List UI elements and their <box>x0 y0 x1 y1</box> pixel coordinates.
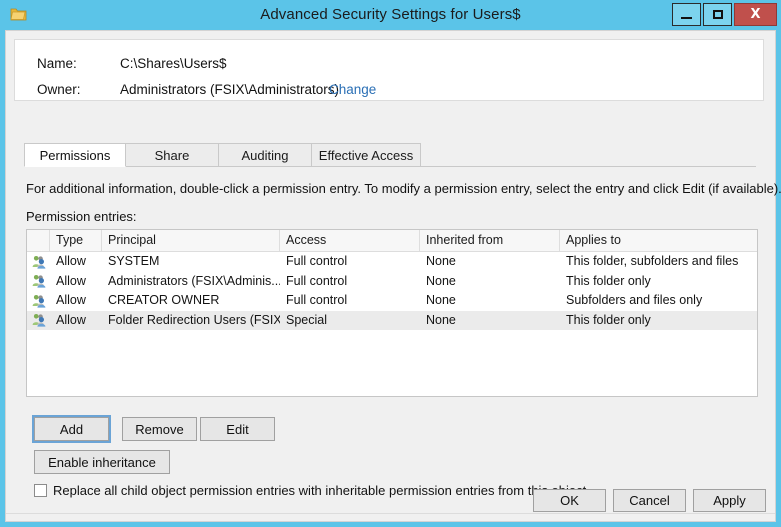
cell-type: Allow <box>56 293 86 307</box>
table-row[interactable]: Allow Folder Redirection Users (FSIX... … <box>27 310 757 331</box>
cancel-button[interactable]: Cancel <box>613 489 686 512</box>
apply-button[interactable]: Apply <box>693 489 766 512</box>
cell-applies-to: Subfolders and files only <box>566 293 703 307</box>
column-header-icon[interactable] <box>27 230 50 251</box>
permission-entries-table[interactable]: Type Principal Access Inherited from App… <box>26 229 758 397</box>
cell-applies-to: This folder only <box>566 312 651 327</box>
caption-button-group: X <box>670 3 777 26</box>
cell-principal: CREATOR OWNER <box>108 293 220 307</box>
cell-access: Full control <box>286 254 348 268</box>
cell-inherited-from: None <box>426 254 456 268</box>
add-button-label: Add <box>59 421 84 437</box>
users-group-icon <box>30 272 48 292</box>
dialog-body: Name: C:\Shares\Users$ Owner: Administra… <box>5 30 781 522</box>
cell-inherited-from: None <box>426 293 456 307</box>
column-header-access[interactable]: Access <box>280 230 420 251</box>
cell-principal: Administrators (FSIX\Adminis... <box>108 273 280 288</box>
cell-access: Special <box>286 312 327 327</box>
minimize-icon <box>681 16 692 19</box>
tab-effective-access-label: Effective Access <box>318 147 414 163</box>
column-header-applies-to[interactable]: Applies to <box>560 230 757 251</box>
tab-share[interactable]: Share <box>125 143 219 167</box>
minimize-button[interactable] <box>672 3 701 26</box>
tab-permissions[interactable]: Permissions <box>24 143 126 167</box>
advanced-security-settings-window: Advanced Security Settings for Users$ X … <box>0 0 781 527</box>
owner-label: Owner: <box>37 82 81 97</box>
users-group-icon <box>30 291 48 311</box>
tab-effective-access[interactable]: Effective Access <box>311 143 421 167</box>
cell-principal: SYSTEM <box>108 254 160 268</box>
enable-inheritance-button[interactable]: Enable inheritance <box>34 450 170 474</box>
change-owner-link[interactable]: Change <box>329 82 376 97</box>
users-group-icon <box>30 252 48 272</box>
remove-button[interactable]: Remove <box>122 417 197 441</box>
column-header-inherited-from[interactable]: Inherited from <box>420 230 560 251</box>
tab-auditing-label: Auditing <box>241 147 289 163</box>
cell-type: Allow <box>56 254 86 268</box>
info-text: For additional information, double-click… <box>26 181 781 196</box>
cell-inherited-from: None <box>426 312 456 327</box>
tab-strip: Permissions Share Auditing Effective Acc… <box>24 143 756 167</box>
cancel-button-label: Cancel <box>629 493 670 508</box>
replace-child-permissions-label: Replace all child object permission entr… <box>53 483 587 498</box>
replace-child-permissions-row[interactable]: Replace all child object permission entr… <box>34 483 586 498</box>
edit-button[interactable]: Edit <box>200 417 275 441</box>
tab-auditing[interactable]: Auditing <box>218 143 312 167</box>
add-button[interactable]: Add <box>32 415 111 443</box>
tab-panel-divider <box>24 166 756 167</box>
cell-applies-to: This folder only <box>566 273 651 288</box>
edit-button-label: Edit <box>226 421 249 437</box>
cell-type: Allow <box>56 273 86 288</box>
column-header-type[interactable]: Type <box>50 230 102 251</box>
cell-applies-to: This folder, subfolders and files <box>566 254 739 268</box>
users-group-icon <box>30 311 48 331</box>
close-button[interactable]: X <box>734 3 777 26</box>
maximize-button[interactable] <box>703 3 732 26</box>
owner-value: Administrators (FSIX\Administrators) <box>120 82 340 97</box>
maximize-icon <box>712 10 723 19</box>
tab-share-label: Share <box>154 147 190 163</box>
footer-divider <box>6 513 775 514</box>
cell-type: Allow <box>56 312 86 327</box>
name-value: C:\Shares\Users$ <box>120 56 227 71</box>
cell-access: Full control <box>286 293 348 307</box>
name-label: Name: <box>37 56 77 71</box>
replace-child-permissions-checkbox[interactable] <box>34 484 47 497</box>
cell-inherited-from: None <box>426 273 456 288</box>
object-info-panel: Name: C:\Shares\Users$ Owner: Administra… <box>14 39 764 101</box>
ok-button-label: OK <box>560 493 579 508</box>
title-bar: Advanced Security Settings for Users$ X <box>0 0 781 30</box>
table-row[interactable]: Allow SYSTEM Full control None This fold… <box>27 252 757 272</box>
table-header-row: Type Principal Access Inherited from App… <box>27 230 757 252</box>
table-row[interactable]: Allow Administrators (FSIX\Adminis... Fu… <box>27 272 757 292</box>
close-icon: X <box>750 7 761 22</box>
apply-button-label: Apply <box>713 493 746 508</box>
column-header-principal[interactable]: Principal <box>102 230 280 251</box>
ok-button[interactable]: OK <box>533 489 606 512</box>
remove-button-label: Remove <box>135 421 184 437</box>
cell-access: Full control <box>286 273 348 288</box>
window-title: Advanced Security Settings for Users$ <box>260 6 521 23</box>
enable-inheritance-button-label: Enable inheritance <box>48 454 156 470</box>
tab-permissions-label: Permissions <box>39 147 111 163</box>
table-row[interactable]: Allow CREATOR OWNER Full control None Su… <box>27 291 757 311</box>
cell-principal: Folder Redirection Users (FSIX... <box>108 312 280 327</box>
permission-entries-label: Permission entries: <box>26 209 137 224</box>
